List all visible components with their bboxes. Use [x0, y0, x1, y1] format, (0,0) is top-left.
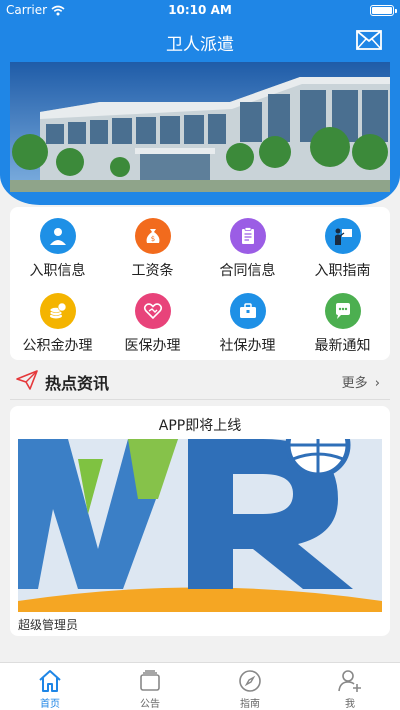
menu-item-label: 工资条 [131, 263, 174, 279]
tab-announcements[interactable]: 公告 [100, 663, 200, 710]
money-bag-icon: $ [134, 218, 171, 254]
news-title: APP即将上线 [158, 418, 242, 434]
menu-item-onboarding-guide[interactable]: 入职指南 [295, 210, 390, 280]
menu-item-label: 公积金办理 [22, 338, 93, 354]
heart-handshake-icon [134, 293, 171, 329]
chevron-right-icon: › [374, 376, 380, 391]
compass-icon [239, 670, 261, 692]
briefcase-icon [229, 293, 266, 329]
menu-item-contract-info[interactable]: 合同信息 [200, 210, 295, 280]
banner-image[interactable] [10, 62, 390, 192]
tab-label: 我 [345, 699, 355, 710]
tab-label: 指南 [240, 699, 260, 710]
chat-icon [324, 293, 361, 329]
menu-item-social-insurance[interactable]: 社保办理 [200, 285, 295, 355]
menu-item-label: 最新通知 [314, 338, 371, 354]
menu-item-label: 社保办理 [219, 338, 276, 354]
menu-item-medical-insurance[interactable]: 医保办理 [105, 285, 200, 355]
news-image [18, 439, 382, 612]
folder-icon [140, 670, 160, 691]
presentation-icon [324, 218, 361, 254]
menu-item-payslip[interactable]: $ 工资条 [105, 210, 200, 280]
user-add-icon [338, 670, 361, 692]
menu-grid: 入职信息 $ 工资条 合同信息 入职指南 公积金办理 医保办理 社保办理 最新通… [10, 207, 390, 360]
paper-plane-icon [16, 370, 38, 390]
home-icon [39, 670, 61, 692]
tab-bar: 首页 公告 指南 我 [0, 662, 400, 710]
menu-item-onboarding-info[interactable]: 入职信息 [10, 210, 105, 280]
tab-me[interactable]: 我 [300, 663, 400, 710]
menu-item-label: 入职信息 [29, 263, 86, 279]
news-card[interactable]: APP即将上线 超级管理员 [10, 406, 390, 636]
menu-item-housing-fund[interactable]: 公积金办理 [10, 285, 105, 355]
wr-logo-graphic [18, 439, 382, 612]
coins-icon [39, 293, 76, 329]
status-bar: Carrier 10:10 AM [0, 0, 400, 22]
tab-label: 公告 [140, 699, 160, 710]
mail-icon[interactable] [356, 30, 382, 50]
tab-home[interactable]: 首页 [0, 663, 100, 710]
person-icon [39, 218, 76, 254]
menu-item-label: 入职指南 [314, 263, 371, 279]
more-label: 更多 [341, 376, 368, 391]
section-title: 热点资讯 [45, 374, 110, 393]
news-author: 超级管理员 [18, 618, 79, 632]
battery-icon [370, 5, 397, 16]
clock: 10:10 AM [168, 3, 232, 17]
divider [10, 399, 390, 400]
more-link[interactable]: 更多 › [342, 372, 380, 391]
hot-news-header: 热点资讯 更多 › [10, 364, 390, 398]
building-photo [10, 62, 390, 192]
menu-item-label: 医保办理 [124, 338, 181, 354]
svg-text:$: $ [150, 235, 154, 243]
tab-guide[interactable]: 指南 [200, 663, 300, 710]
tab-label: 首页 [40, 699, 60, 710]
menu-item-latest-notice[interactable]: 最新通知 [295, 285, 390, 355]
page-title: 卫人派遣 [166, 35, 234, 55]
menu-item-label: 合同信息 [219, 263, 276, 279]
document-icon [229, 218, 266, 254]
